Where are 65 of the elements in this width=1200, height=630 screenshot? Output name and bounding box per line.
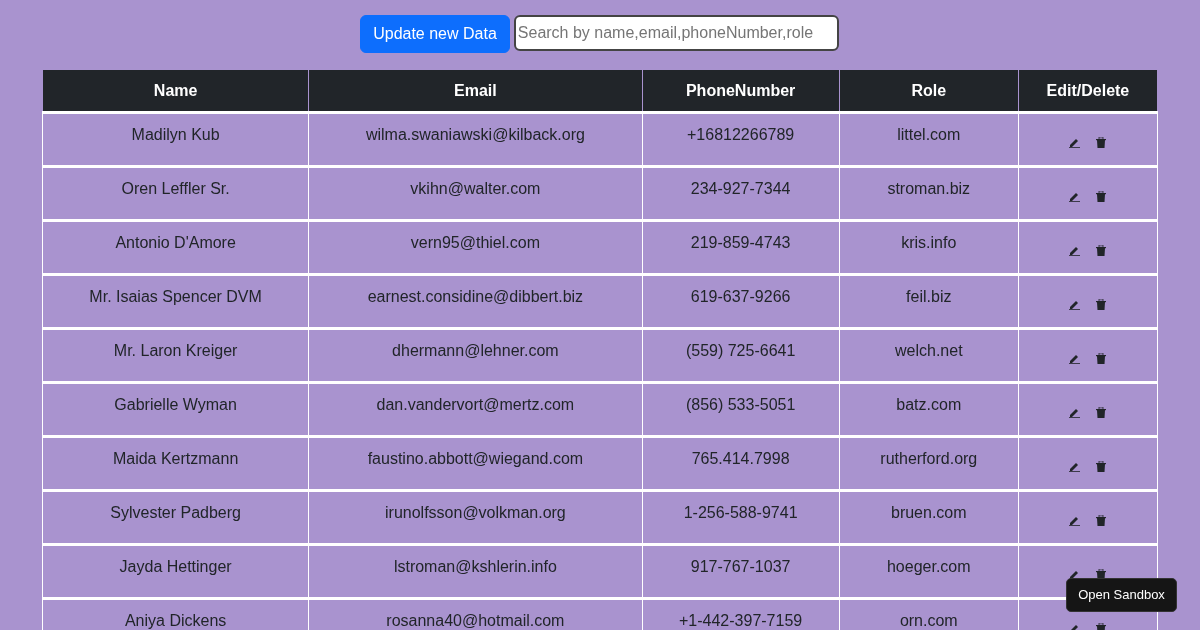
open-sandbox-button[interactable]: Open Sandbox [1066,578,1177,612]
column-header: Role [839,69,1019,113]
table-cell: +16812266789 [642,112,840,167]
table-cell: rutherford.org [839,436,1019,491]
table-cell: Sylvester Padberg [42,490,309,545]
table-cell: orn.com [839,598,1019,630]
table-cell: rosanna40@hotmail.com [308,598,643,630]
trash-icon [1096,353,1107,365]
trash-icon [1096,137,1107,149]
pencil-icon [1069,137,1081,149]
table-cell: Oren Leffler Sr. [42,166,309,221]
trash-icon [1096,407,1107,419]
table-cell: 765.414.7998 [642,436,840,491]
table-cell: Antonio D'Amore [42,220,309,275]
table-cell: irunolfsson@volkman.org [308,490,643,545]
pencil-icon [1069,245,1081,257]
trash-icon [1096,623,1107,630]
table-cell: lstroman@kshlerin.info [308,544,643,599]
trash-icon [1096,299,1107,311]
table-cell: +1-442-397-7159 [642,598,840,630]
table-cell: littel.com [839,112,1019,167]
trash-icon [1096,245,1107,257]
table-cell: wilma.swaniawski@kilback.org [308,112,643,167]
table-cell: bruen.com [839,490,1019,545]
table-cell: Gabrielle Wyman [42,382,309,437]
table-cell: faustino.abbott@wiegand.com [308,436,643,491]
pencil-icon [1069,353,1081,365]
table-cell: 917-767-1037 [642,544,840,599]
column-header: Edit/Delete [1018,69,1158,113]
trash-icon [1096,515,1107,527]
pencil-icon [1069,515,1081,527]
column-header: PhoneNumber [642,69,840,113]
table-cell: 1-256-588-9741 [642,490,840,545]
table-cell: stroman.biz [839,166,1019,221]
table-cell: 234-927-7344 [642,166,840,221]
table-cell: earnest.considine@dibbert.biz [308,274,643,329]
table-cell: Jayda Hettinger [42,544,309,599]
search-field[interactable]: Search by name,email,phoneNumber,role [513,15,839,51]
table-cell: 619-637-9266 [642,274,840,329]
table-cell: dan.vandervort@mertz.com [308,382,643,437]
table-cell: vern95@thiel.com [308,220,643,275]
trash-icon [1096,191,1107,203]
table-cell: kris.info [839,220,1019,275]
table-cell: (559) 725-6641 [642,328,840,383]
table-cell: Aniya Dickens [42,598,309,630]
pencil-icon [1069,407,1081,419]
table-cell: batz.com [839,382,1019,437]
table-cell: welch.net [839,328,1019,383]
pencil-icon [1069,299,1081,311]
column-header: Email [308,69,643,113]
table-cell: Mr. Isaias Spencer DVM [42,274,309,329]
pencil-icon [1069,191,1081,203]
table-cell: hoeger.com [839,544,1019,599]
column-header: Name [42,69,309,113]
update-data-button[interactable]: Update new Data [360,15,510,53]
table-cell: (856) 533-5051 [642,382,840,437]
table-cell: Madilyn Kub [42,112,309,167]
table-cell: Maida Kertzmann [42,436,309,491]
table-cell: Mr. Laron Kreiger [42,328,309,383]
table-cell: feil.biz [839,274,1019,329]
table-cell: vkihn@walter.com [308,166,643,221]
table-cell: 219-859-4743 [642,220,840,275]
pencil-icon [1069,461,1081,473]
trash-icon [1096,461,1107,473]
table-cell: dhermann@lehner.com [308,328,643,383]
